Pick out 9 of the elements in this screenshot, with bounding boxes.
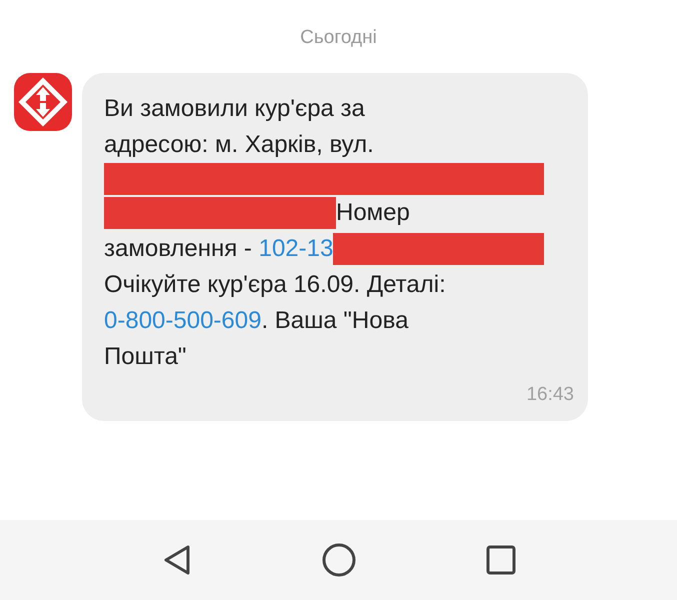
message-time: 16:43 (526, 382, 574, 406)
home-icon[interactable] (322, 543, 356, 577)
date-label: Сьогодні (300, 26, 377, 50)
message-text: Ви замовили кур'єра за адресою: м. Харків, вул. Номер замовлення - 102-13 Очікуйте кур'єра 16.09. Деталі: 0-800-500-609. Ваша "Нова Пошта" (104, 90, 574, 374)
logo-icon (14, 72, 72, 130)
recents-icon[interactable] (486, 545, 516, 575)
phone-link[interactable]: 102-13 (258, 230, 334, 266)
phone-link[interactable]: 0-800-500-609 (104, 302, 262, 338)
back-icon[interactable] (162, 544, 192, 576)
